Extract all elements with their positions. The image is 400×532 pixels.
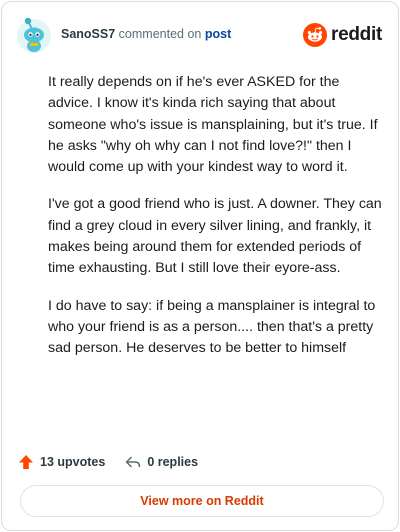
comment-body: It really depends on if he's ever ASKED … xyxy=(48,72,382,376)
upvote-count: 13 upvotes xyxy=(40,455,106,469)
snoo-avatar-icon[interactable] xyxy=(16,16,52,54)
reddit-snoo-icon xyxy=(303,23,328,47)
comment-paragraph: I've got a good friend who is just. A do… xyxy=(48,196,382,277)
reddit-wordmark: reddit xyxy=(331,24,382,45)
comment-actions: 13 upvotes 0 replies xyxy=(18,451,218,473)
comment-card: SanoSS7 commented on post reddit It real… xyxy=(1,1,399,531)
upvote-arrow-icon xyxy=(19,455,33,469)
post-link[interactable]: post xyxy=(205,27,231,41)
reply-button[interactable]: 0 replies xyxy=(125,454,198,470)
author-name[interactable]: SanoSS7 xyxy=(61,27,115,41)
commented-on-text: commented on xyxy=(118,27,202,41)
view-more-button[interactable]: View more on Reddit xyxy=(20,485,384,517)
reply-count: 0 replies xyxy=(147,455,199,469)
upvote-button[interactable]: 13 upvotes xyxy=(18,454,105,470)
author-line: SanoSS7 commented on post xyxy=(61,27,231,41)
comment-header: SanoSS7 commented on post reddit xyxy=(16,16,384,56)
reddit-logo[interactable]: reddit xyxy=(303,22,382,48)
reply-arrow-icon xyxy=(126,456,141,468)
comment-paragraph: I do have to say: if being a mansplainer… xyxy=(48,297,376,357)
comment-paragraph: It really depends on if he's ever ASKED … xyxy=(48,74,378,176)
